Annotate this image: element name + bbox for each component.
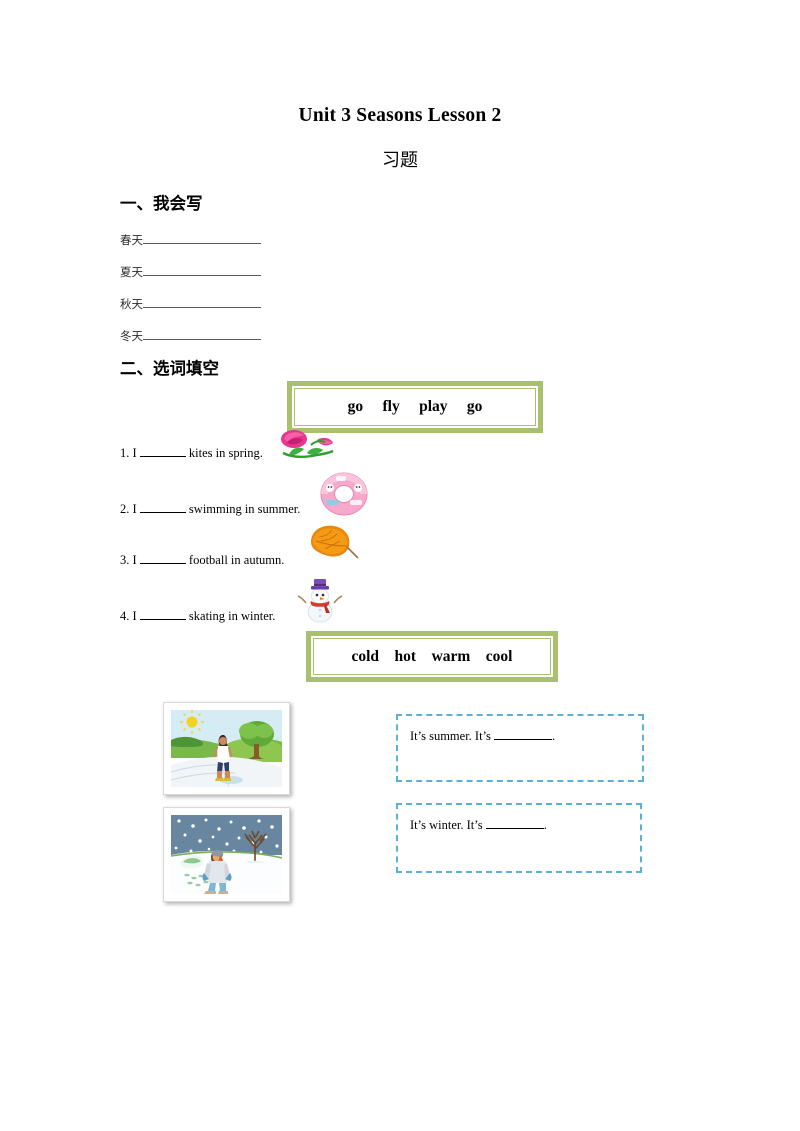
write-row: 冬天 bbox=[120, 327, 261, 344]
season-label-summer: 夏天 bbox=[120, 265, 143, 279]
answer-winter-suffix: . bbox=[543, 818, 547, 832]
word-bank-verbs-words: go fly play go bbox=[347, 398, 483, 415]
season-label-winter: 冬天 bbox=[120, 329, 143, 343]
season-label-spring: 春天 bbox=[120, 233, 143, 247]
word-bank-inner-frame: cold hot warm cool bbox=[313, 638, 551, 675]
answer-box-winter[interactable]: It’s winter. It’s . bbox=[396, 803, 642, 873]
swim-ring-icon bbox=[320, 472, 368, 521]
question-row-4: 4. I skating in winter. bbox=[120, 608, 275, 624]
question-1-number: 1. I bbox=[120, 446, 137, 460]
snowman-icon bbox=[297, 577, 343, 628]
rose-flower-icon bbox=[277, 427, 335, 466]
question-3-number: 3. I bbox=[120, 553, 137, 567]
word-bank-verbs: go fly play go bbox=[287, 381, 543, 433]
write-blank-autumn[interactable] bbox=[143, 295, 261, 308]
summer-scene-photo bbox=[163, 702, 290, 795]
write-row: 春天 bbox=[120, 231, 261, 248]
write-row: 夏天 bbox=[120, 263, 261, 280]
answer-summer-blank[interactable] bbox=[494, 728, 553, 740]
answer-summer-suffix: . bbox=[552, 729, 556, 743]
question-4-number: 4. I bbox=[120, 609, 137, 623]
word-bank-inner-frame: go fly play go bbox=[294, 388, 536, 426]
word-bank-adjectives-words: cold hot warm cool bbox=[351, 647, 513, 665]
write-blank-spring[interactable] bbox=[143, 231, 261, 244]
answer-box-winter-text: It’s winter. It’s . bbox=[410, 817, 547, 833]
season-label-autumn: 秋天 bbox=[120, 297, 143, 311]
question-2-number: 2. I bbox=[120, 502, 137, 516]
write-row: 秋天 bbox=[120, 295, 261, 312]
question-row-2: 2. I swimming in summer. bbox=[120, 501, 300, 517]
winter-scene-photo bbox=[163, 807, 290, 902]
answer-summer-prefix: It’s summer. It’s bbox=[410, 729, 491, 743]
word-bank-adjectives: cold hot warm cool bbox=[306, 631, 558, 682]
write-blank-winter[interactable] bbox=[143, 327, 261, 340]
answer-box-summer-text: It’s summer. It’s . bbox=[410, 728, 555, 744]
answer-winter-blank[interactable] bbox=[485, 817, 544, 829]
autumn-leaf-icon bbox=[307, 522, 359, 567]
question-4-blank[interactable] bbox=[139, 608, 186, 620]
question-row-3: 3. I football in autumn. bbox=[120, 552, 284, 568]
question-2-text: swimming in summer. bbox=[188, 502, 301, 516]
question-1-text: kites in spring. bbox=[188, 446, 263, 460]
write-blank-summer[interactable] bbox=[143, 263, 261, 276]
question-3-blank[interactable] bbox=[139, 552, 186, 564]
question-3-text: football in autumn. bbox=[188, 553, 285, 567]
worksheet-page: Unit 3 Seasons Lesson 2 习题 一、我会写 春天 夏天 秋… bbox=[0, 0, 800, 1131]
answer-box-summer[interactable]: It’s summer. It’s . bbox=[396, 714, 644, 782]
section-heading-write: 一、我会写 bbox=[120, 194, 203, 213]
question-row-1: 1. I kites in spring. bbox=[120, 445, 263, 461]
answer-winter-prefix: It’s winter. It’s bbox=[410, 818, 483, 832]
section-heading-choose-words: 二、选词填空 bbox=[120, 359, 219, 378]
page-subtitle: 习题 bbox=[382, 150, 418, 171]
page-title: Unit 3 Seasons Lesson 2 bbox=[298, 105, 502, 126]
question-1-blank[interactable] bbox=[139, 445, 186, 457]
question-2-blank[interactable] bbox=[139, 501, 186, 513]
question-4-text: skating in winter. bbox=[188, 609, 276, 623]
